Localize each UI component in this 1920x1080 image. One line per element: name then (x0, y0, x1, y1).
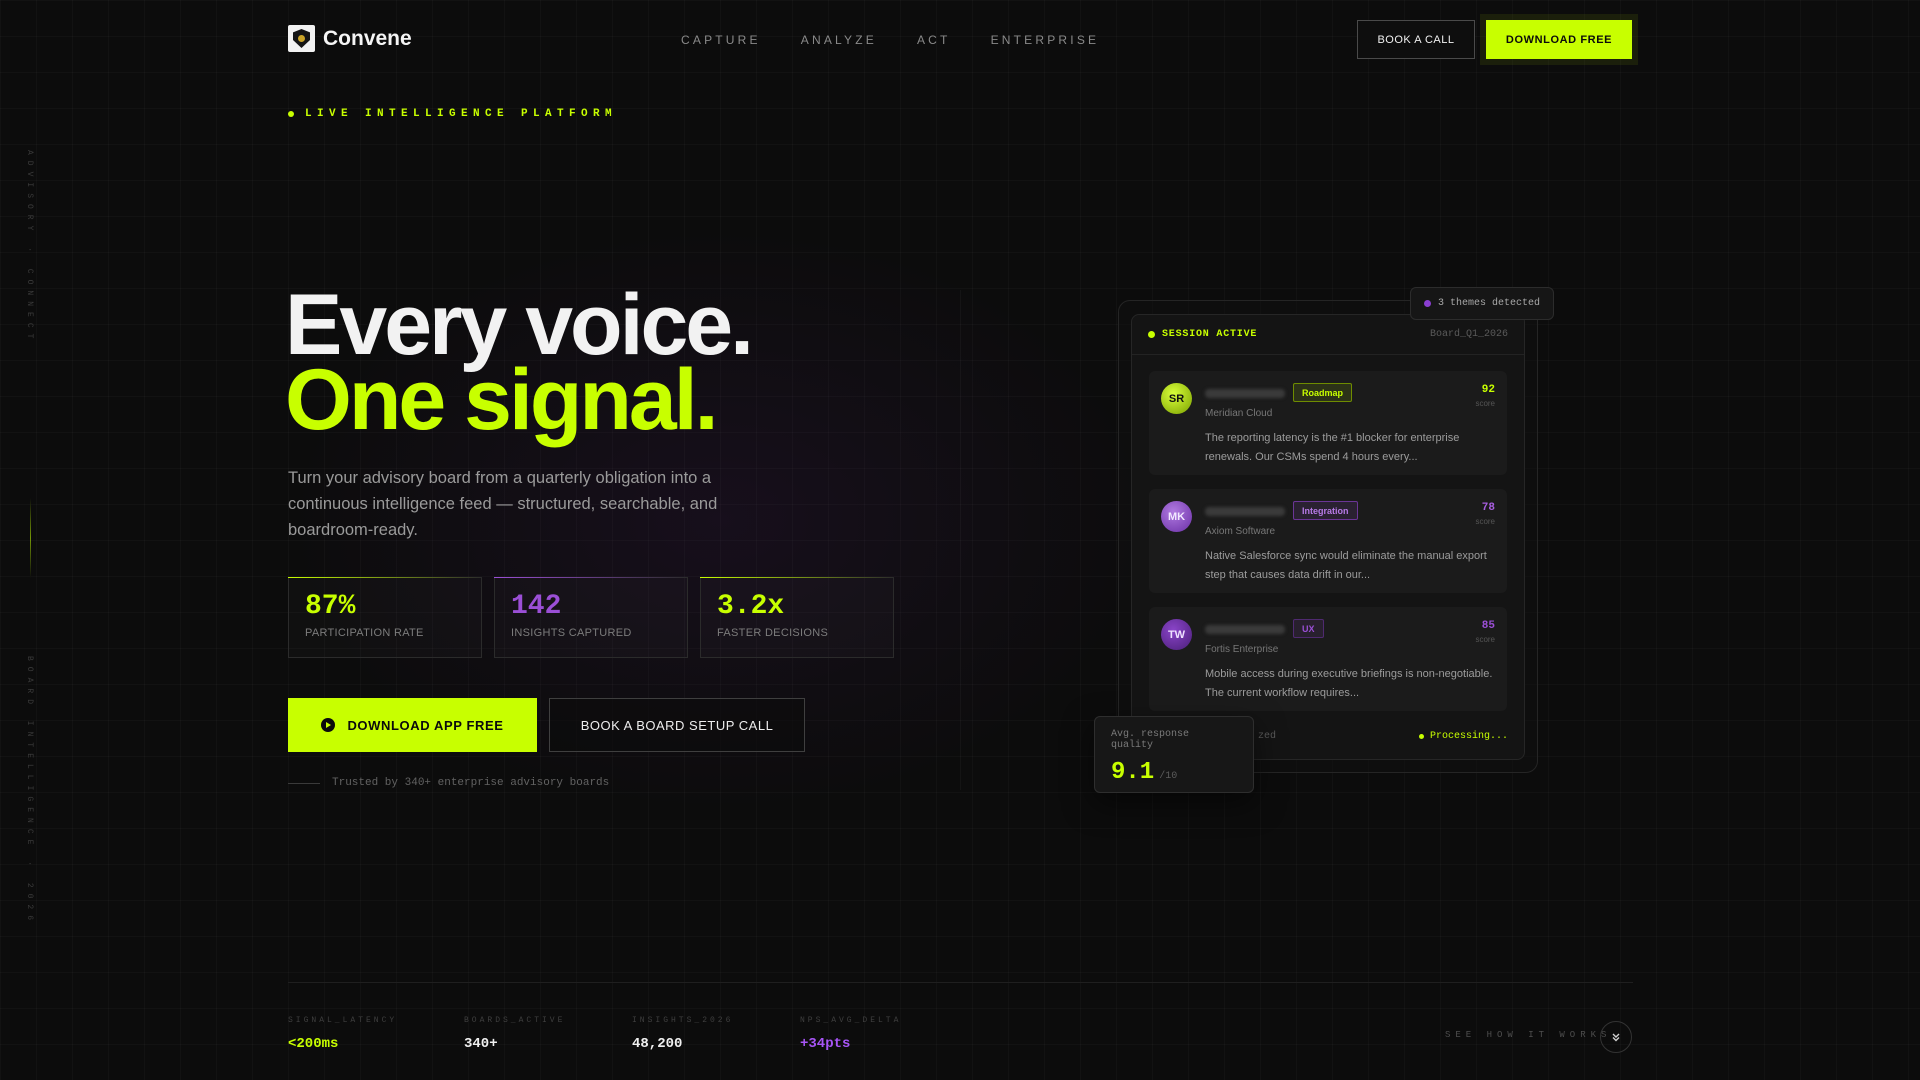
company-name: Axiom Software (1205, 526, 1276, 537)
feedback-quote: Mobile access during executive briefings… (1205, 668, 1493, 699)
session-panel: SESSION ACTIVE Board_Q1_2026 SR Roadmap … (1131, 314, 1525, 760)
stat-label: FASTER DECISIONS (717, 627, 829, 639)
stat-value: 142 (511, 591, 562, 622)
stat-label: PARTICIPATION RATE (305, 627, 424, 639)
metric-signal-latency: SIGNAL_LATENCY <200ms (288, 1016, 397, 1052)
nav-enterprise[interactable]: ENTERPRISE (991, 33, 1100, 47)
stat-card-participation: 87% PARTICIPATION RATE (288, 577, 482, 658)
avatar: MK (1161, 501, 1192, 532)
theme-tag: UX (1293, 619, 1324, 638)
download-app-button[interactable]: DOWNLOAD APP FREE (288, 698, 537, 752)
score-label: score (1475, 517, 1495, 526)
metric-value: 340+ (464, 1036, 498, 1052)
feedback-entry[interactable]: SR Roadmap Meridian Cloud 92 score The r… (1149, 371, 1507, 475)
score-value: 85 (1481, 620, 1495, 632)
stat-card-insights: 142 INSIGHTS CAPTURED (494, 577, 688, 658)
company-name: Fortis Enterprise (1205, 644, 1279, 655)
metric-value: 48,200 (632, 1036, 683, 1052)
theme-dot-icon (1423, 300, 1431, 307)
nav-act[interactable]: ACT (917, 33, 951, 47)
status-dot-icon (1148, 331, 1155, 338)
rail-accent-line (30, 498, 31, 578)
avatar: TW (1161, 619, 1192, 650)
quality-label: Avg. response quality (1111, 729, 1190, 751)
theme-tag: Roadmap (1293, 383, 1353, 402)
avatar: SR (1161, 383, 1192, 414)
quality-scale: /10 (1159, 771, 1178, 782)
see-how-it-works-link[interactable]: SEE HOW IT WORKS (1445, 1030, 1611, 1040)
section-divider (960, 290, 961, 790)
stat-value: 3.2x (717, 591, 785, 622)
live-dot-icon (288, 111, 294, 117)
chevron-double-down-icon[interactable] (1600, 1021, 1632, 1053)
rail-bottom-text: BOARD INTELLIGENCE · 2026 (25, 656, 34, 927)
nav-analyze[interactable]: ANALYZE (801, 33, 877, 47)
book-call-button[interactable]: BOOK A CALL (1357, 20, 1475, 59)
feedback-entry[interactable]: TW UX Fortis Enterprise 85 score Mobile … (1149, 607, 1507, 711)
redacted-name (1205, 389, 1285, 398)
score-value: 92 (1481, 384, 1495, 396)
metric-value: <200ms (288, 1036, 339, 1052)
score-label: score (1475, 399, 1495, 408)
download-app-label: DOWNLOAD APP FREE (347, 717, 504, 733)
processing-status: Processing... (1418, 731, 1508, 742)
eyebrow-text: LIVE INTELLIGENCE PLATFORM (305, 108, 618, 120)
brand-name: Convene (323, 26, 412, 50)
main-nav: CAPTURE ANALYZE ACT ENTERPRISE (681, 33, 1099, 47)
metric-key: SIGNAL_LATENCY (288, 1016, 398, 1025)
score-value: 78 (1481, 502, 1495, 514)
metric-nps-delta: NPS_AVG_DELTA +34pts (800, 1016, 901, 1052)
board-id: Board_Q1_2026 (1429, 329, 1508, 340)
company-name: Meridian Cloud (1205, 408, 1273, 419)
hero-title-line2: One signal. (285, 352, 719, 448)
score-block: 78 score (1475, 502, 1495, 526)
processing-dot-icon (1418, 734, 1424, 739)
session-status-text: SESSION ACTIVE (1162, 329, 1258, 340)
quality-value-row: 9.1 /10 (1111, 759, 1237, 786)
redacted-name (1205, 625, 1285, 634)
session-status: SESSION ACTIVE (1148, 329, 1257, 340)
shield-logo-icon (288, 25, 315, 52)
metric-insights: INSIGHTS_2026 48,200 (632, 1016, 733, 1052)
quality-value: 9.1 (1111, 759, 1155, 786)
panel-footer-left: zed (1258, 731, 1277, 742)
feedback-quote: The reporting latency is the #1 blocker … (1205, 432, 1460, 463)
eyebrow: LIVE INTELLIGENCE PLATFORM (288, 108, 617, 120)
metric-key: NPS_AVG_DELTA (800, 1016, 902, 1025)
redacted-name (1205, 507, 1285, 516)
theme-tag: Integration (1293, 501, 1358, 520)
stat-value: 87% (305, 591, 356, 622)
response-quality-card: Avg. response quality 9.1 /10 (1094, 716, 1254, 793)
trusted-text: Trusted by 340+ enterprise advisory boar… (332, 777, 610, 789)
stat-label: INSIGHTS CAPTURED (511, 627, 632, 639)
hero-subtitle: Turn your advisory board from a quarterl… (288, 469, 718, 539)
feedback-quote: Native Salesforce sync would eliminate t… (1205, 550, 1487, 581)
score-block: 92 score (1475, 384, 1495, 408)
metric-value: +34pts (800, 1036, 851, 1052)
book-setup-call-button[interactable]: BOOK A BOARD SETUP CALL (549, 698, 805, 752)
trusted-divider (288, 782, 320, 784)
processing-text: Processing... (1429, 731, 1508, 742)
score-label: score (1475, 635, 1495, 644)
metric-boards-active: BOARDS_ACTIVE 340+ (464, 1016, 565, 1052)
footer-divider (288, 982, 1633, 983)
score-block: 85 score (1475, 620, 1495, 644)
themes-detected-badge: 3 themes detected (1410, 287, 1554, 320)
rail-top-text: ADVISORY · CONNECT (25, 150, 34, 345)
stats-row: 87% PARTICIPATION RATE 142 INSIGHTS CAPT… (288, 577, 894, 658)
stat-card-decisions: 3.2x FASTER DECISIONS (700, 577, 894, 658)
themes-detected-text: 3 themes detected (1437, 298, 1541, 309)
trusted-line: Trusted by 340+ enterprise advisory boar… (288, 777, 609, 789)
nav-capture[interactable]: CAPTURE (681, 33, 761, 47)
brand-logo[interactable]: Convene (288, 25, 412, 52)
download-free-button[interactable]: DOWNLOAD FREE (1486, 20, 1632, 59)
feedback-entry[interactable]: MK Integration Axiom Software 78 score N… (1149, 489, 1507, 593)
play-circle-icon (321, 718, 336, 732)
metric-key: INSIGHTS_2026 (632, 1016, 734, 1025)
metric-key: BOARDS_ACTIVE (464, 1016, 566, 1025)
panel-header: SESSION ACTIVE Board_Q1_2026 (1132, 315, 1524, 355)
